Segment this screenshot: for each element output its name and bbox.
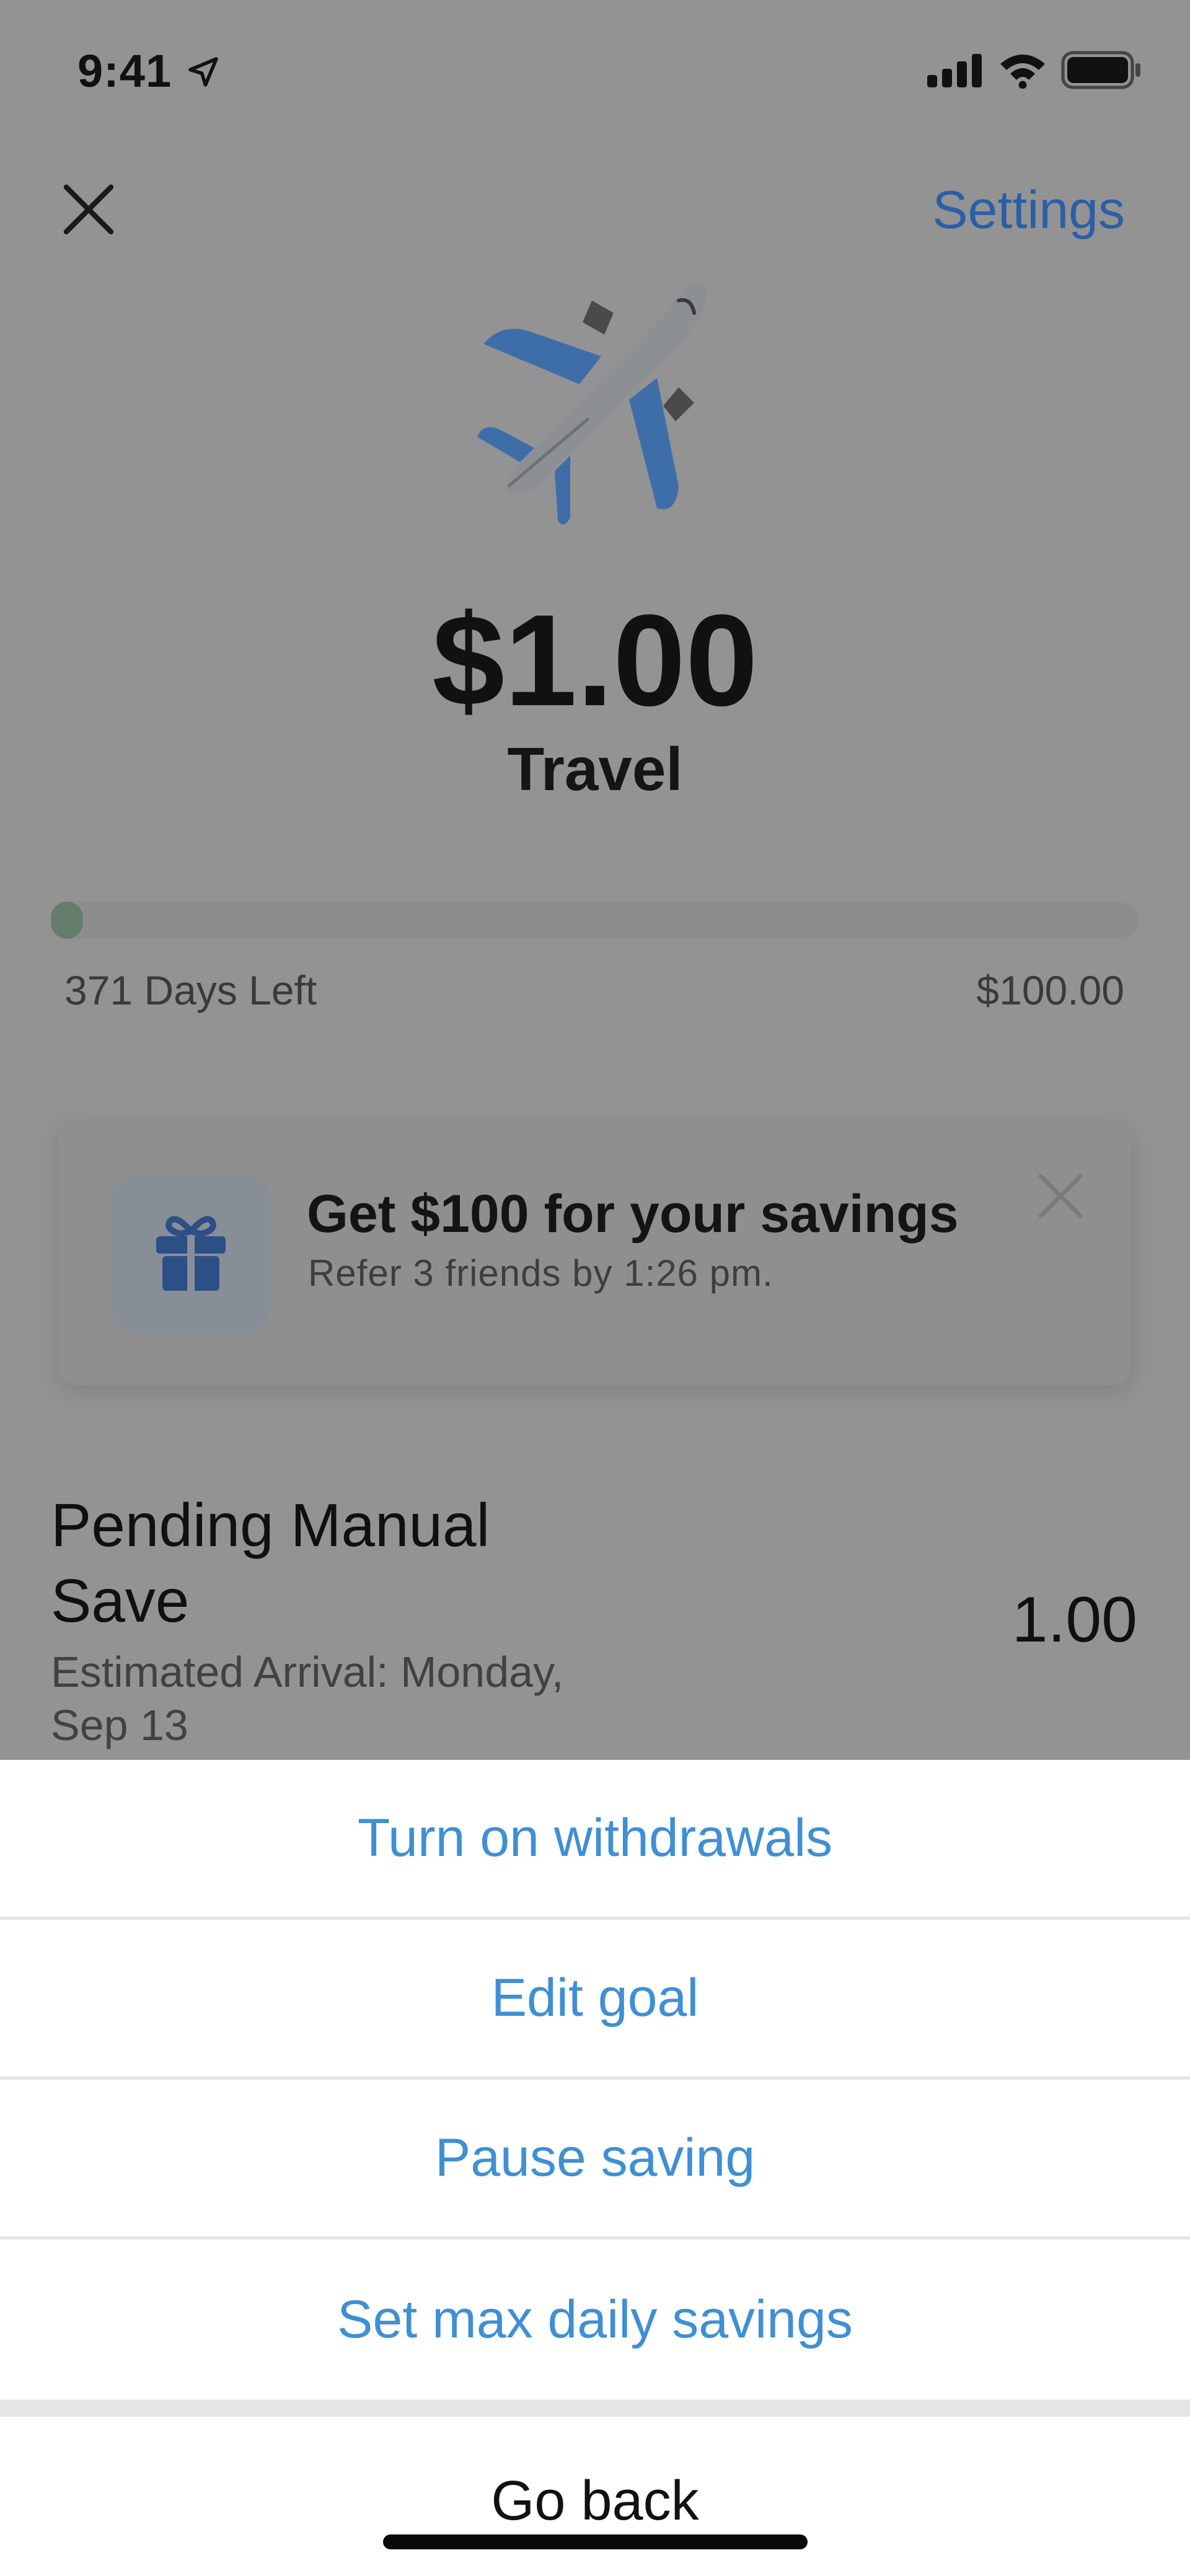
goal-balance: $1.00	[432, 587, 758, 733]
wifi-icon	[1000, 55, 1045, 89]
savings-goal-screen: 9:41 Settings $1.00 Travel 371 Days Left…	[0, 0, 1190, 2576]
status-icons	[927, 51, 1142, 89]
dismiss-promo-icon[interactable]	[1036, 1171, 1085, 1221]
pending-transaction-amount: 1.00	[1011, 1584, 1137, 1656]
referral-promo-card[interactable]: Get $100 for your savings Refer 3 friend…	[59, 1122, 1131, 1385]
goal-name: Travel	[507, 735, 683, 803]
pending-transaction-title: Pending Manual Save	[51, 1491, 490, 1635]
set-max-daily-savings-button[interactable]: Set max daily savings	[0, 2240, 1190, 2399]
settings-link[interactable]: Settings	[932, 180, 1125, 241]
home-indicator[interactable]	[383, 2534, 808, 2549]
gift-icon	[156, 1216, 226, 1291]
pause-saving-button[interactable]: Pause saving	[0, 2080, 1190, 2238]
promo-icon-tile	[112, 1174, 270, 1333]
promo-title: Get $100 for your savings	[307, 1184, 959, 1244]
days-left-label: 371 Days Left	[64, 967, 317, 1013]
close-icon[interactable]	[59, 180, 118, 239]
go-back-button[interactable]: Go back	[0, 2417, 1190, 2576]
goal-target-amount: $100.00	[976, 967, 1124, 1013]
goal-progress-fill	[51, 902, 83, 939]
turn-on-withdrawals-button[interactable]: Turn on withdrawals	[0, 1760, 1190, 1919]
cellular-signal-icon	[927, 54, 982, 87]
pending-transaction-eta: Estimated Arrival: Monday, Sep 13	[51, 1648, 564, 1749]
promo-subtitle: Refer 3 friends by 1:26 pm.	[308, 1252, 774, 1294]
airplane-icon	[477, 283, 707, 525]
edit-goal-button[interactable]: Edit goal	[0, 1920, 1190, 2078]
goal-progress-bar	[51, 902, 1139, 939]
battery-icon	[1061, 51, 1140, 89]
location-arrow-icon	[188, 57, 218, 87]
status-time: 9:41	[77, 45, 172, 97]
